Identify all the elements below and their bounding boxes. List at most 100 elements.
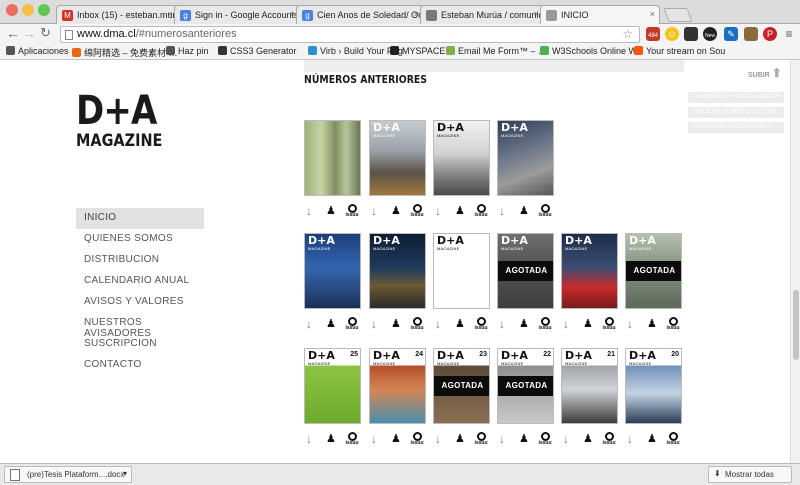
magazine-cover[interactable]: D+A MAGAZINE [433,120,490,196]
issuu-icon[interactable]: issuu [474,204,488,218]
download-arrow-icon[interactable]: ↓ [499,432,505,446]
browser-tab[interactable]: g Sign in - Google Accounts × [174,5,300,24]
pinterest-icon[interactable]: P [763,27,777,41]
issuu-icon[interactable]: issuu [345,204,359,218]
download-arrow-icon[interactable]: ↓ [627,432,633,446]
close-tab-icon[interactable]: × [290,9,295,19]
issuu-icon[interactable]: issuu [474,317,488,331]
address-bar[interactable]: www.dma.cl/#numerosanteriores ☆ [60,26,640,43]
magazine-cover[interactable]: D+A MAGAZINE 23 AGOTADA [433,348,490,424]
download-arrow-icon[interactable]: ↓ [435,204,441,218]
bookmark-item[interactable]: 绵阿精选 – 免费素材 … [72,46,178,59]
reader-icon[interactable]: ♟ [647,432,657,445]
download-arrow-icon[interactable]: ↓ [499,317,505,331]
reader-icon[interactable]: ♟ [583,432,593,445]
browser-tab[interactable]: Esteban Murúa / comunica × [420,5,544,24]
download-arrow-icon[interactable]: ↓ [306,317,312,331]
window-minimize-button[interactable] [22,4,34,16]
magazine-cover[interactable]: D+A MAGAZINE 24 [369,348,426,424]
close-tab-icon[interactable]: × [534,9,539,19]
reader-icon[interactable]: ♟ [391,432,401,445]
close-tab-icon[interactable]: × [168,9,173,19]
right-link[interactable]: NÚMERO EN CIRCULACIÓN [688,92,784,103]
reader-icon[interactable]: ♟ [519,317,529,330]
download-arrow-icon[interactable]: ↓ [371,317,377,331]
download-arrow-icon[interactable]: ↓ [371,204,377,218]
window-zoom-button[interactable] [38,4,50,16]
reader-icon[interactable]: ♟ [519,204,529,217]
reader-icon[interactable]: ♟ [519,432,529,445]
bookmark-item[interactable]: W3Schools Online W [540,46,637,56]
magazine-cover[interactable]: D+A MAGAZINE AGOTADA [625,233,682,309]
download-arrow-icon[interactable]: ↓ [563,432,569,446]
dma-logo[interactable]: D+A MAGAZINE [76,90,178,150]
download-arrow-icon[interactable]: ↓ [435,317,441,331]
reader-icon[interactable]: ♟ [326,204,336,217]
issuu-icon[interactable]: issuu [345,432,359,446]
issuu-icon[interactable]: issuu [345,317,359,331]
download-arrow-icon[interactable]: ↓ [563,317,569,331]
browser-tab[interactable]: g Cien Anos de Soledad/ On × [296,5,424,24]
cup-extension-icon[interactable] [744,27,758,41]
bookmark-item[interactable]: Aplicaciones [6,46,69,56]
bookmark-star-icon[interactable]: ☆ [622,27,633,41]
window-close-button[interactable] [6,4,18,16]
issuu-icon[interactable]: issuu [666,317,680,331]
browser-tab[interactable]: INICIO × [540,5,660,25]
bookmark-item[interactable]: Email Me Form™ – … [446,46,547,56]
nav-item-quienes-somos[interactable]: QUIENES SOMOS [76,229,204,250]
magazine-cover[interactable]: D+A MAGAZINE 22 AGOTADA [497,348,554,424]
reload-icon[interactable]: ↻ [40,25,51,41]
close-tab-icon[interactable]: × [414,9,419,19]
magazine-cover[interactable]: D+A MAGAZINE [369,233,426,309]
issuu-icon[interactable]: issuu [410,204,424,218]
reader-icon[interactable]: ♟ [391,204,401,217]
issuu-icon[interactable]: issuu [538,204,552,218]
forward-arrow-icon[interactable]: → [22,25,36,41]
magazine-cover[interactable]: D+A MAGAZINE 21 [561,348,618,424]
download-item[interactable]: (pre)Tesis Plataform....docx ▾ [4,466,132,483]
issuu-icon[interactable]: issuu [474,432,488,446]
issuu-icon[interactable]: issuu [602,432,616,446]
download-arrow-icon[interactable]: ↓ [371,432,377,446]
right-link[interactable]: NÚMEROS ANTERIORES [688,122,784,133]
reader-icon[interactable]: ♟ [455,204,465,217]
new-extension-icon[interactable]: New [703,27,717,41]
nav-item-suscripcion[interactable]: SUSCRIPCION [76,334,204,355]
issuu-icon[interactable]: issuu [410,432,424,446]
scrollbar-thumb[interactable] [793,290,799,360]
reader-icon[interactable]: ♟ [455,317,465,330]
magazine-cover[interactable]: D+A MAGAZINE [369,120,426,196]
bookmark-item[interactable]: MYSPACE [390,46,445,56]
close-tab-icon[interactable]: × [650,9,655,19]
page-scrollbar[interactable] [790,60,800,463]
back-arrow-icon[interactable]: ← [6,25,20,41]
magazine-cover[interactable]: D+A MAGAZINE 20 [625,348,682,424]
nav-item-calendario-anual[interactable]: CALENDARIO ANUAL [76,271,204,292]
new-tab-button[interactable] [663,8,693,22]
reader-icon[interactable]: ♟ [391,317,401,330]
browser-tab[interactable]: M Inbox (15) - esteban.murúa × [56,5,178,24]
chevron-down-icon[interactable]: ▾ [123,469,127,478]
issuu-icon[interactable]: issuu [538,432,552,446]
magazine-cover[interactable]: D+A MAGAZINE [304,233,361,309]
nav-item-avisos-y-valores[interactable]: AVISOS Y VALORES [76,292,204,313]
reader-icon[interactable]: ♟ [455,432,465,445]
download-arrow-icon[interactable]: ↓ [306,204,312,218]
magazine-cover[interactable]: D+A MAGAZINE [561,233,618,309]
bookmark-item[interactable]: Your stream on Sou [634,46,725,56]
pen-extension-icon[interactable]: ✎ [724,27,738,41]
magazine-cover[interactable]: D+A MAGAZINE [433,233,490,309]
bookmark-item[interactable]: Virb › Build Your Pag [308,46,403,56]
magazine-cover[interactable]: D+A MAGAZINE [497,120,554,196]
nav-item-contacto[interactable]: CONTACTO [76,355,204,376]
nav-item-inicio[interactable]: INICIO [76,208,204,229]
nav-item-nuestros-avisadores[interactable]: NUESTROS AVISADORES [76,313,204,339]
magazine-cover[interactable]: D+A MAGAZINE 25 [304,348,361,424]
nav-item-distribucion[interactable]: DISTRIBUCION [76,250,204,271]
issuu-icon[interactable]: issuu [602,317,616,331]
reader-icon[interactable]: ♟ [583,317,593,330]
reader-icon[interactable]: ♟ [647,317,657,330]
download-arrow-icon[interactable]: ↓ [306,432,312,446]
smile-extension-icon[interactable]: ☺ [665,27,679,41]
